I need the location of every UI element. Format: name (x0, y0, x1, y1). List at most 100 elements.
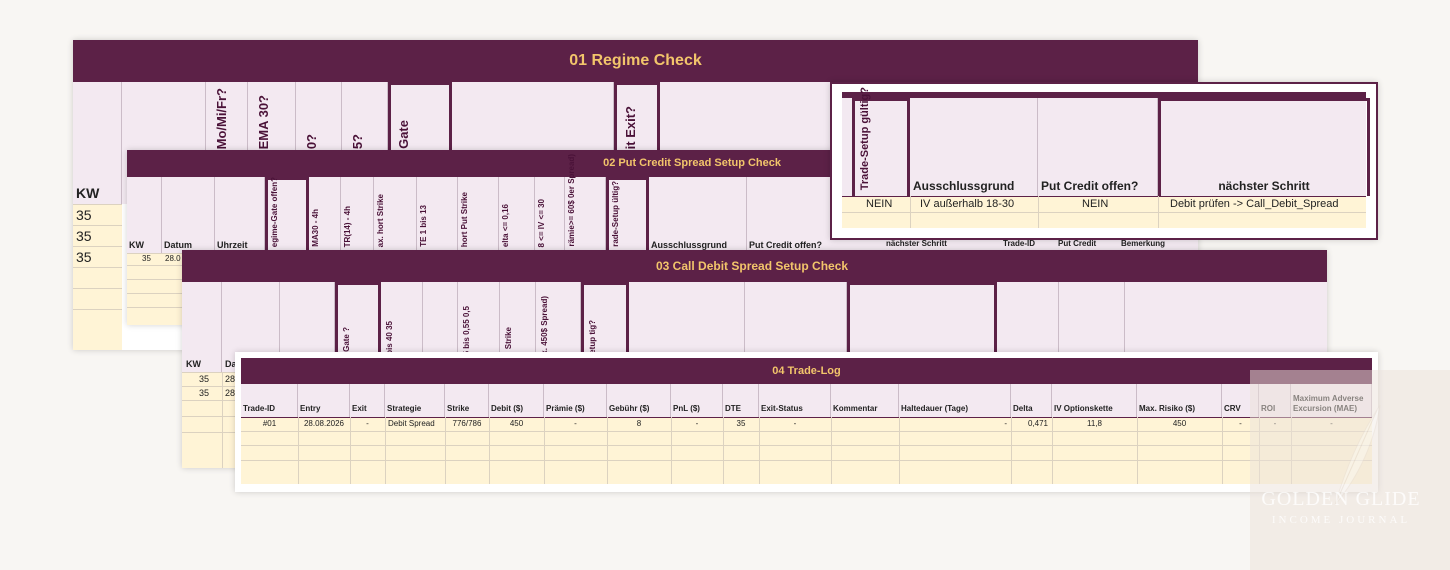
call-kw-cell: 35 (199, 388, 210, 398)
table-row[interactable]: NEIN IV außerhalb 18-30 NEIN Debit prüfe… (842, 196, 1366, 212)
put-header-cell: Ausschlussgrund (649, 177, 747, 253)
table-row[interactable] (73, 309, 122, 330)
put-header-cell: rämie>= 60$ 0er Spread) (565, 154, 606, 253)
trade-log-cell: 450 (1172, 419, 1187, 428)
trade-log-header-row: Trade-ID Entry Exit Strategie Strike Debit ($… (241, 384, 1372, 417)
table-row[interactable] (241, 431, 1372, 445)
trade-log-header-cell: Trade-ID (241, 384, 298, 417)
table-row[interactable] (241, 460, 1372, 484)
trade-log-column-header: PnL ($) (673, 404, 700, 413)
table-row[interactable] (73, 267, 122, 288)
regime-kw-cell: 35 (76, 207, 92, 223)
trade-log-header-cell: Strike (445, 384, 489, 417)
regime-kw-header: KW (76, 185, 100, 201)
table-row[interactable]: 35 (73, 246, 122, 267)
callout-header-cell: Ausschlussgrund (910, 98, 1038, 196)
trade-log-cell: - (793, 419, 797, 428)
table-row[interactable] (73, 288, 122, 309)
trade-log-cell: #01 (262, 419, 277, 428)
table-row[interactable]: 35 (73, 225, 122, 246)
trade-log-cell: 0,471 (1027, 419, 1048, 428)
put-col-label: rade-Setup ültig? (611, 181, 620, 247)
trade-log-header-cell: Exit-Status (759, 384, 831, 417)
put-header-cell: KW (127, 177, 162, 253)
callout-rows: NEIN IV außerhalb 18-30 NEIN Debit prüfe… (842, 196, 1366, 228)
trade-log-column-header: Entry (300, 404, 321, 413)
trade-log-cell: 11,8 (1087, 419, 1102, 428)
callout-col-label: Trade-Setup gültig? (859, 86, 871, 190)
put-col-label: hort Put Strike (460, 191, 469, 247)
put-header-row: KW Datum Uhrzeit egime-Gate offen? MA30 … (127, 154, 847, 253)
trade-log-cell: 450 (509, 419, 524, 428)
call-kw-header: KW (186, 359, 201, 369)
regime-col-label: Gate (396, 120, 411, 149)
trade-log-header-cell: Max. Risiko ($) (1137, 384, 1222, 417)
put-header-cell: TR(14) - 4h (341, 177, 374, 253)
put-header-cell: Datum (162, 177, 215, 253)
put-uhrzeit-header: Uhrzeit (217, 240, 248, 250)
trade-log-title: 04 Trade-Log (772, 365, 841, 377)
callout-col-header: nächster Schritt (1218, 179, 1310, 193)
trade-log-header-cell: Haltedauer (Tage) (899, 384, 1011, 417)
watermark-name: GOLDEN GLIDE (1261, 488, 1421, 510)
call-kw-cell: 35 (199, 374, 210, 384)
trade-log-column-header: Strike (447, 404, 470, 413)
put-col-label: TR(14) - 4h (343, 205, 352, 247)
trade-log-column-header: Kommentar (833, 404, 878, 413)
trade-log-column-header: Exit (352, 404, 367, 413)
trade-log-column-header: Exit-Status (761, 404, 803, 413)
trade-log-header-cell: Exit (350, 384, 385, 417)
trade-log-cell: - (366, 419, 369, 428)
callout-reason-cell: IV außerhalb 18-30 (920, 198, 1015, 210)
put-col-header: Put Credit (1058, 239, 1097, 248)
callout-next-step-value: Debit prüfen -> Call_Debit_Spread (1170, 198, 1339, 210)
call-debit-title: 03 Call Debit Spread Setup Check (656, 259, 849, 273)
put-datum-header: Datum (164, 240, 193, 250)
trade-log-header-cell: Strategie (385, 384, 445, 417)
trade-log-column-header: Max. Risiko ($) (1139, 404, 1196, 413)
trade-log-column-header: Trade-ID (243, 404, 276, 413)
trade-log-cell: - (695, 419, 699, 428)
trade-log-header-cell: PnL ($) (671, 384, 723, 417)
put-header-cell: TE 1 bis 13 (417, 177, 458, 253)
put-credit-title: 02 Put Credit Spread Setup Check (603, 157, 781, 169)
regime-kw-cell: 35 (76, 249, 92, 265)
trade-log-sheet: 04 Trade-Log Trade-ID Entry Exit Strategie S… (235, 352, 1378, 492)
trade-log-header-cell: Gebühr ($) (607, 384, 671, 417)
put-col-header: Bemerkung (1121, 239, 1166, 248)
trade-log-header-cell: DTE (723, 384, 759, 417)
trade-log-column-header: Haltedauer (Tage) (901, 404, 968, 413)
trade-log-header-cell: Debit ($) (489, 384, 544, 417)
regime-kw-header-cell: KW (73, 82, 122, 204)
table-row[interactable] (241, 445, 1372, 460)
regime-check-title: 01 Regime Check (569, 52, 702, 69)
put-header-cell: hort Put Strike (458, 177, 499, 253)
put-kw-header: KW (129, 240, 144, 250)
call-datum-cell: 28 (225, 374, 236, 384)
put-kw-cell: 35 (142, 254, 151, 263)
trade-log-cell: 776/786 (452, 419, 482, 428)
watermark: GOLDEN GLIDE INCOME JOURNAL (1250, 370, 1450, 570)
table-row[interactable]: 35 (73, 204, 122, 225)
callout-setup-valid-cell: NEIN (866, 198, 893, 210)
trade-log-header-cell: Prämie ($) (544, 384, 607, 417)
put-col-label: 8 <= IV <= 30 (537, 198, 546, 247)
trade-log-column-header: Delta (1013, 404, 1033, 413)
put-gate-cell: egime-Gate offen? (265, 177, 309, 253)
regime-col-label: EMA 30? (256, 94, 271, 149)
regime-col-label: Mo/Mi/Fr? (214, 87, 229, 149)
put-header-cell: 8 <= IV <= 30 (535, 177, 565, 253)
trade-log-cell: Debit Spread (388, 419, 435, 428)
trade-log-header-cell: Kommentar (831, 384, 899, 417)
table-row[interactable] (842, 212, 1366, 228)
table-row[interactable]: #01 28.08.2026 - Debit Spread 776/786 450 - 8 - 3… (241, 417, 1372, 431)
call-debit-title-bar: 03 Call Debit Spread Setup Check (182, 250, 1327, 282)
callout-header-row: Trade-Setup gültig? Ausschlussgrund Put … (842, 87, 1370, 196)
watermark-sub: INCOME JOURNAL (1271, 514, 1411, 526)
trade-log-cell: 8 (636, 419, 642, 428)
trade-log-cell: 28.08.2026 (303, 419, 345, 428)
put-col-label: MA30 - 4h (311, 209, 320, 247)
regime-col-label: it Exit? (623, 105, 638, 149)
put-credit-title-bar: 02 Put Credit Spread Setup Check (127, 150, 847, 177)
trade-log-cell: - (1004, 419, 1007, 428)
